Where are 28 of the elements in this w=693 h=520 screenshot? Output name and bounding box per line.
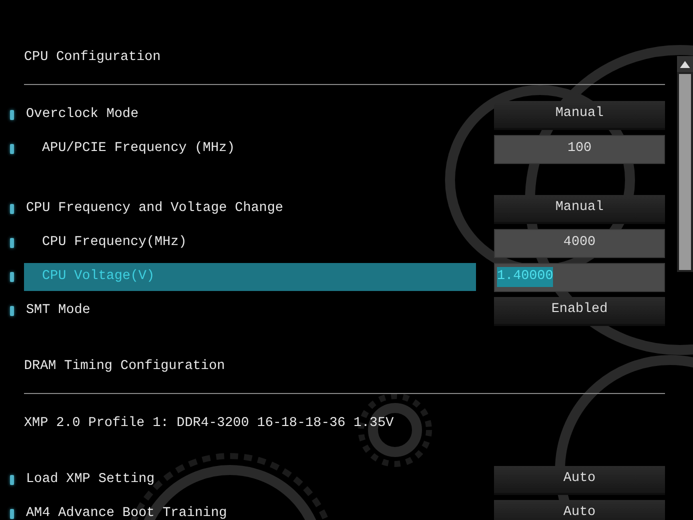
setting-label[interactable]: Load XMP Setting: [24, 466, 476, 494]
value-field[interactable]: 100: [494, 134, 665, 164]
setting-marker-icon: [10, 110, 14, 120]
setting-label[interactable]: AM4 Advance Boot Training: [24, 500, 476, 520]
setting-label[interactable]: CPU Frequency(MHz): [24, 229, 476, 257]
section-title: CPU Configuration: [24, 48, 162, 67]
setting-marker-icon: [10, 306, 14, 316]
setting-marker-icon: [10, 272, 14, 282]
setting-marker-icon: [10, 144, 14, 154]
setting-label[interactable]: APU/PCIE Frequency (MHz): [24, 135, 476, 163]
setting-marker-icon: [10, 238, 14, 248]
scroll-up-icon[interactable]: [680, 60, 690, 68]
setting-marker-icon: [10, 509, 14, 519]
setting-label[interactable]: CPU Frequency and Voltage Change: [24, 195, 476, 223]
profile-info: XMP 2.0 Profile 1: DDR4-3200 16-18-18-36 1.35V: [24, 414, 395, 433]
dropdown[interactable]: Manual: [494, 100, 665, 130]
section-title: DRAM Timing Configuration: [24, 358, 226, 376]
scrollbar[interactable]: [677, 56, 693, 272]
dropdown[interactable]: Auto: [494, 466, 665, 494]
dropdown[interactable]: Manual: [494, 194, 665, 224]
setting-label[interactable]: Overclock Mode: [24, 101, 476, 129]
dropdown[interactable]: Auto: [494, 500, 665, 520]
scrollbar-thumb[interactable]: [679, 74, 691, 270]
setting-marker-icon: [10, 204, 14, 214]
dropdown[interactable]: Enabled: [494, 296, 665, 326]
value-field[interactable]: 4000: [494, 228, 665, 258]
setting-marker-icon: [10, 475, 14, 485]
setting-label[interactable]: SMT Mode: [24, 297, 476, 325]
